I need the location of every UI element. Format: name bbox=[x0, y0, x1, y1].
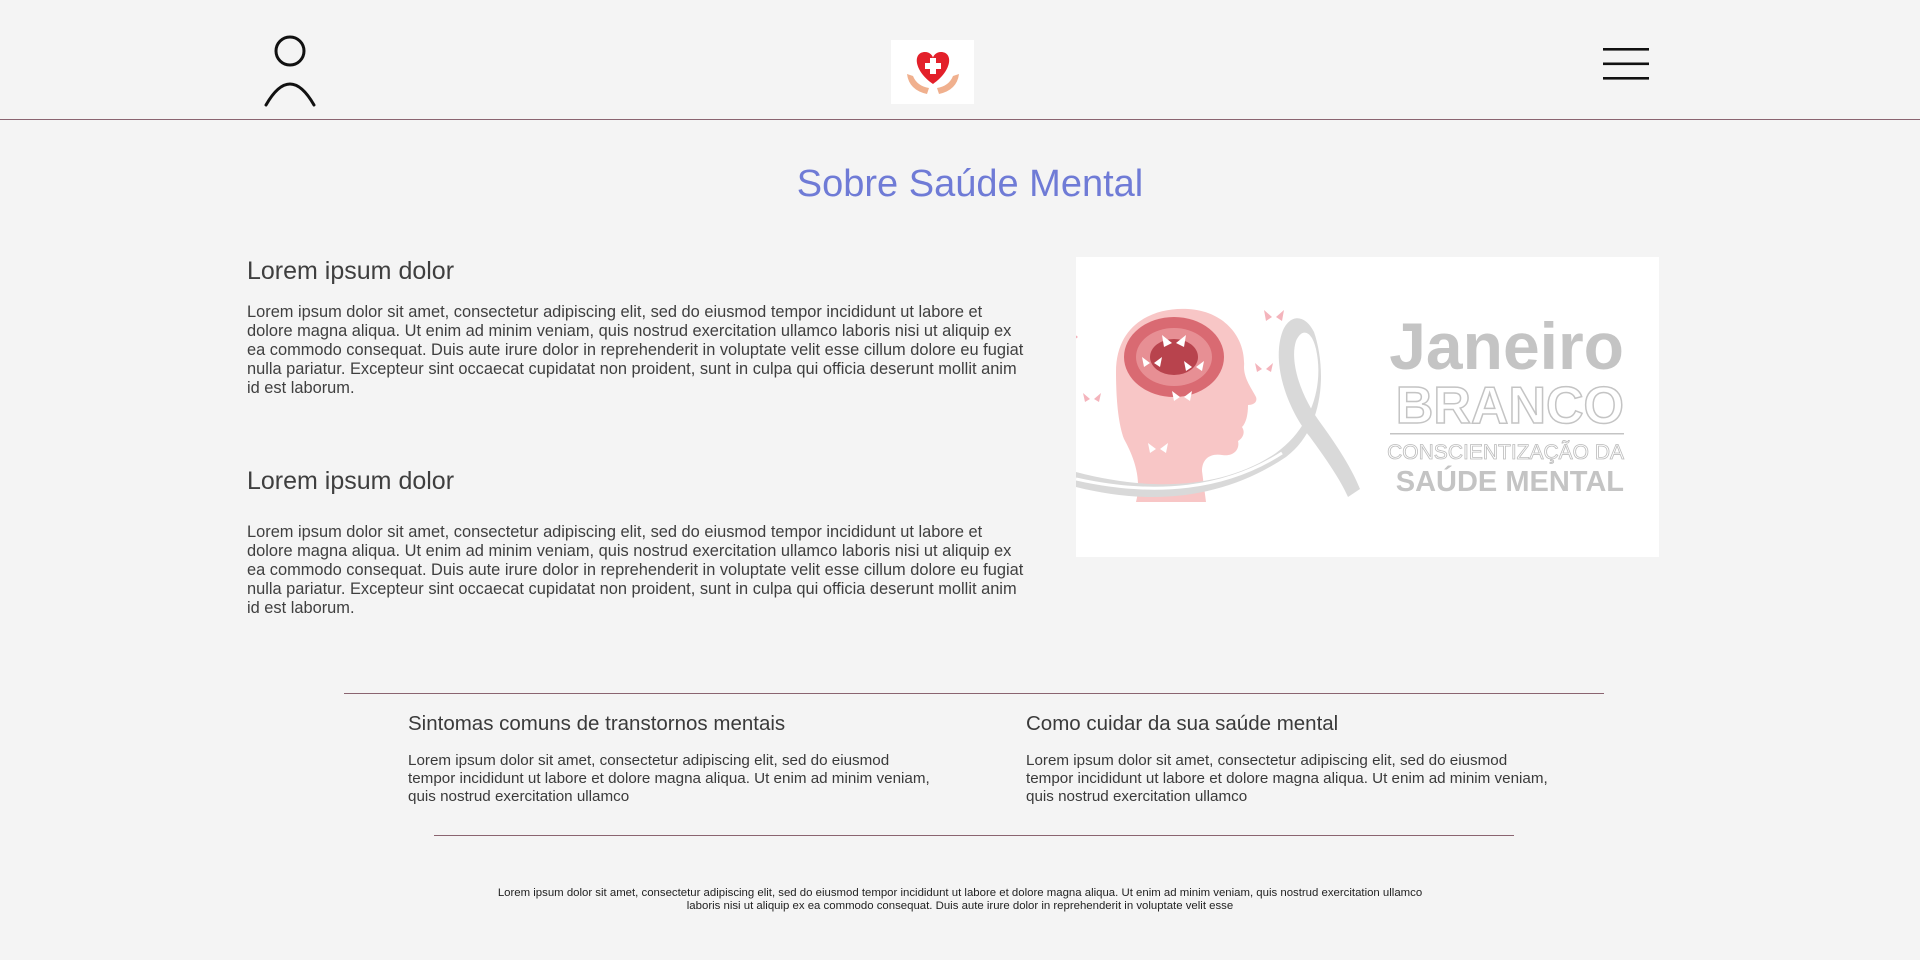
card-title: Sintomas comuns de transtornos mentais bbox=[408, 712, 786, 735]
card-body: Lorem ipsum dolor sit amet, consectetur … bbox=[1026, 752, 1548, 805]
section-heading: Lorem ipsum dolor bbox=[247, 257, 455, 285]
section-divider bbox=[344, 693, 1604, 694]
hamburger-menu-icon[interactable] bbox=[1603, 47, 1649, 81]
card-body: Lorem ipsum dolor sit amet, consectetur … bbox=[408, 752, 930, 805]
banner-tagline-bold: SAÚDE MENTAL bbox=[1396, 464, 1624, 498]
footer-divider bbox=[434, 835, 1514, 836]
section-body: Lorem ipsum dolor sit amet, consectetur … bbox=[247, 303, 1024, 397]
card-title: Como cuidar da sua saúde mental bbox=[1026, 712, 1339, 735]
section-body: Lorem ipsum dolor sit amet, consectetur … bbox=[247, 523, 1024, 617]
page-title: Sobre Saúde Mental bbox=[796, 163, 1144, 205]
heart-cross-hands-icon bbox=[906, 52, 959, 94]
section-heading: Lorem ipsum dolor bbox=[247, 467, 455, 495]
banner-tagline: CONSCIENTIZAÇÃO DA bbox=[1387, 440, 1624, 464]
user-profile-icon[interactable] bbox=[262, 33, 318, 108]
banner-subtitle: BRANCO bbox=[1396, 377, 1624, 435]
site-header bbox=[0, 0, 1920, 120]
site-logo[interactable] bbox=[891, 40, 974, 104]
footer-text: Lorem ipsum dolor sit amet, consectetur … bbox=[497, 887, 1423, 912]
banner-title: Janeiro bbox=[1389, 309, 1624, 383]
janeiro-branco-banner: Janeiro BRANCO CONSCIENTIZAÇÃO DA SAÚDE … bbox=[1076, 257, 1659, 557]
